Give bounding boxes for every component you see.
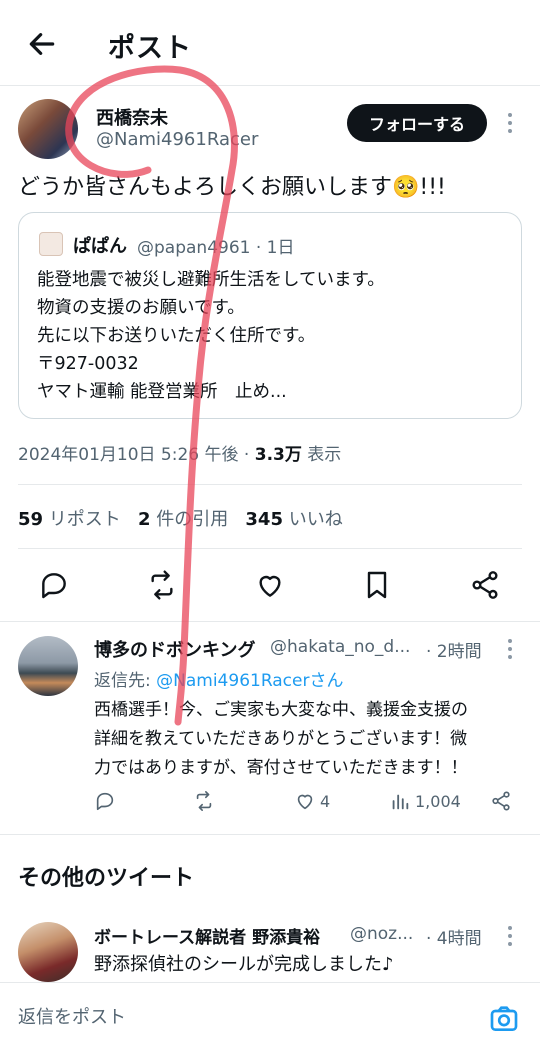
like-icon[interactable] [254, 569, 286, 601]
quote-author-name: ぱぱん [73, 236, 127, 257]
reply-repost-icon[interactable] [193, 790, 215, 812]
reply-to-prefix: 返信先: [94, 671, 157, 691]
quote-line: 先に以下お送りいただく住所です。 [37, 326, 316, 346]
views-label: 表示 [307, 445, 342, 465]
reply-like-icon [297, 794, 313, 810]
post-timestamp: 2024年01月10日 5:26 午後 [18, 445, 239, 465]
more-options-icon[interactable] [508, 113, 514, 137]
divider [18, 484, 522, 485]
page-title: ポスト [108, 33, 192, 64]
quote-meta: @papan4961 · 1日 [137, 233, 295, 258]
divider [0, 834, 540, 835]
bookmark-icon[interactable] [361, 569, 393, 601]
reply-time: · 2時間 [426, 642, 482, 662]
divider [18, 548, 522, 549]
author-handle[interactable]: @Nami4961Racer [96, 129, 258, 150]
more-tweet-time: · 4時間 [426, 929, 482, 949]
post-meta: 2024年01月10日 5:26 午後 · 3.3万 表示 [18, 445, 342, 465]
more-tweets-heading: その他のツイート [18, 866, 195, 891]
reply-line: 西橋選手！今、ご実家も大変な中、義援金支援の [94, 700, 468, 720]
reply-composer-bar: 返信をポスト [0, 982, 540, 1057]
likes-stat[interactable]: 345 いいね [245, 509, 342, 530]
author-avatar[interactable] [18, 99, 78, 159]
quote-line: 能登地震で被災し避難所生活をしています。 [37, 270, 385, 290]
reply-views-count: 1,004 [415, 791, 461, 811]
reply-author-name[interactable]: 博多のドボンキング [94, 636, 255, 662]
quote-line: 〒927-0032 [37, 354, 139, 374]
reply-author-handle[interactable]: @hakata_no_d... [270, 637, 410, 657]
share-icon[interactable] [469, 569, 501, 601]
reply-like-count: 4 [320, 791, 331, 811]
post-text: どうか皆さんもよろしくお願いします🥺!!! [18, 175, 446, 200]
reply-line: 詳細を教えていただきありがとうございます！微 [94, 729, 468, 749]
quote-line: ヤマト運輸 能登営業所 止め... [37, 382, 287, 402]
repost-icon[interactable] [146, 569, 178, 601]
reply-reply-icon[interactable] [94, 790, 116, 812]
reply-line: 力ではありますが、寄付させていただきます！！ [94, 758, 468, 778]
divider [0, 621, 540, 622]
more-tweet-options-icon[interactable] [508, 926, 514, 950]
camera-icon[interactable] [488, 1003, 520, 1035]
quote-author-handle: @papan4961 [137, 238, 251, 258]
views-count: 3.3万 [254, 445, 302, 465]
top-bar: ポスト [0, 0, 540, 86]
reply-to-line: 返信先: @Nami4961Racerさん [94, 666, 343, 691]
more-tweet-author-handle[interactable]: @noz... [350, 924, 413, 944]
quotes-stat[interactable]: 2 件の引用 [138, 509, 228, 530]
back-arrow-icon[interactable] [26, 28, 58, 60]
more-tweet-text: 野添探偵社のシールが完成しました♪ [94, 954, 394, 975]
reply-share-icon[interactable] [490, 790, 512, 812]
quote-avatar [39, 232, 63, 256]
engagement-stats: 59 リポスト 2 件の引用 345 いいね [18, 505, 343, 531]
more-tweet-avatar[interactable] [18, 922, 78, 982]
reply-views-button[interactable]: 1,004 [389, 790, 461, 812]
follow-button[interactable]: フォローする [347, 104, 487, 142]
reply-input[interactable]: 返信をポスト [18, 1003, 126, 1029]
reply-like-button[interactable]: 4 [294, 790, 330, 812]
reposts-stat[interactable]: 59 リポスト [18, 509, 121, 530]
author-name[interactable]: 西橋奈未 [96, 104, 168, 130]
more-tweet-author-name[interactable]: ボートレース解説者 野添貴裕 [94, 923, 320, 948]
reply-more-options-icon[interactable] [508, 639, 514, 663]
reply-icon[interactable] [38, 569, 70, 601]
views-bar-chart-icon [392, 794, 409, 810]
quote-line: 物資の支援のお願いです。 [37, 298, 245, 318]
reply-to-handle[interactable]: @Nami4961Racerさん [156, 671, 343, 691]
quote-time: · 1日 [255, 238, 295, 258]
reply-avatar[interactable] [18, 636, 78, 696]
quoted-post[interactable]: ぱぱん @papan4961 · 1日 能登地震で被災し避難所生活をしています。… [18, 212, 522, 419]
